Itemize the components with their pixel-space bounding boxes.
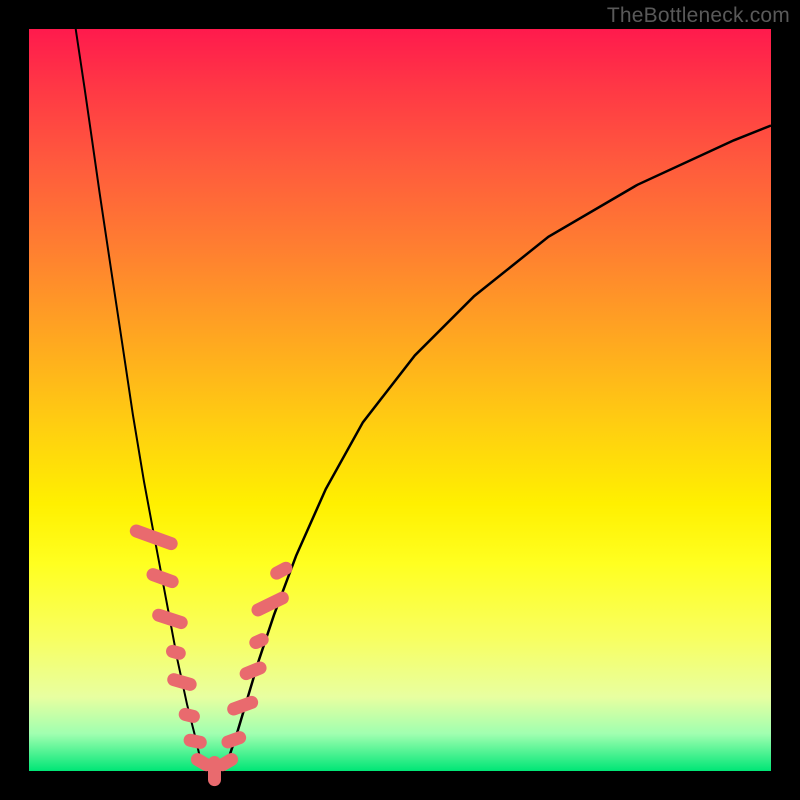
chart-svg: [29, 29, 771, 771]
highlight-marker: [150, 607, 189, 631]
highlight-marker: [166, 672, 199, 693]
highlight-marker: [164, 643, 187, 661]
curve-left: [76, 29, 206, 771]
highlight-marker: [128, 523, 180, 552]
chart-frame: TheBottleneck.com: [0, 0, 800, 800]
highlight-marker: [220, 729, 248, 750]
watermark-text: TheBottleneck.com: [607, 4, 790, 28]
highlight-marker: [268, 559, 295, 581]
highlight-marker: [182, 733, 208, 751]
highlight-marker: [249, 589, 291, 618]
curve-markers: [128, 523, 295, 786]
highlight-marker: [145, 566, 181, 590]
highlight-marker: [177, 707, 201, 725]
curve-right: [223, 126, 771, 772]
